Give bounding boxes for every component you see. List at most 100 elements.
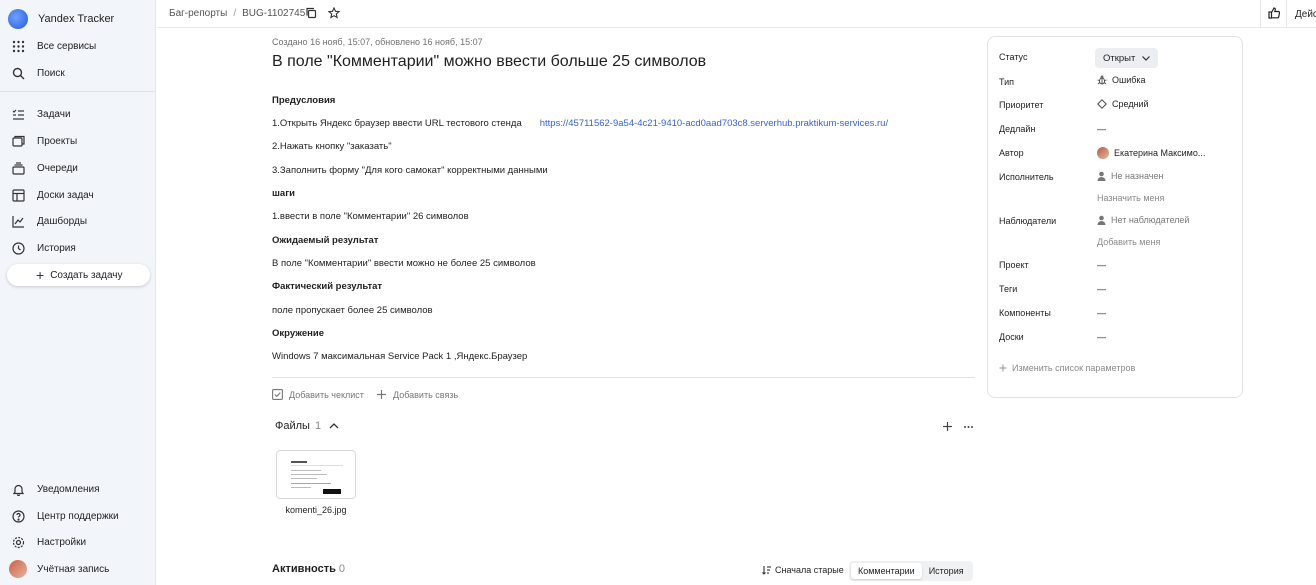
status-label: Статус [999,52,1028,62]
sidebar-item-label: Настройки [37,536,87,548]
edit-params-button[interactable]: Изменить список параметров [999,363,1135,373]
breadcrumb: Баг-репорты / BUG-1102745 [169,8,305,19]
sidebar-item-boards[interactable]: Доски задач [0,183,156,207]
status-select[interactable]: Открыт [1095,48,1159,68]
file-tools [942,421,974,435]
sidebar-item-tasks[interactable]: Задачи [0,102,156,126]
diamond-icon [1097,99,1107,109]
divider [272,377,975,378]
description-line: Предусловия [272,95,336,106]
sidebar: Yandex Tracker Все сервисы Поиск Задачи … [0,0,156,585]
add-me-link[interactable]: Добавить меня [1097,237,1160,247]
type-value[interactable]: Ошибка [1097,75,1146,85]
assignee-text: Не назначен [1111,171,1164,181]
sidebar-item-dashboards[interactable]: Дашборды [0,209,156,233]
assignee-value[interactable]: Не назначен [1097,171,1163,181]
author-label: Автор [999,148,1024,158]
files-count: 1 [314,420,322,432]
sidebar-item-queues[interactable]: Очереди [0,156,156,180]
boards-value[interactable]: — [1097,332,1106,342]
edit-params-label: Изменить список параметров [1012,363,1136,373]
dashboard-icon [11,214,25,228]
plus-icon: + [36,267,45,283]
priority-value[interactable]: Средний [1097,99,1149,109]
sidebar-item-account[interactable]: Учётная запись [0,557,156,581]
projects-icon [11,134,25,148]
like-button[interactable] [1260,0,1286,28]
file-thumbnail[interactable] [276,450,356,499]
description-line: Фактический результат [272,281,383,292]
help-icon [11,509,25,523]
project-value[interactable]: — [1097,260,1106,270]
sidebar-item-label: Проекты [37,135,78,147]
sidebar-item-projects[interactable]: Проекты [0,129,156,153]
sort-label: Сначала старые [775,565,844,575]
description-line: 1.ввести в поле "Комментарии" 26 символо… [272,211,469,222]
star-icon[interactable] [327,6,341,20]
add-checklist-label: Добавить чеклист [289,389,364,400]
sidebar-item-history[interactable]: История [0,236,156,260]
checklist-icon [272,389,283,400]
bell-icon [11,482,25,496]
sidebar-item-label: Центр поддержки [37,510,119,522]
create-task-label: Создать задачу [50,269,123,281]
files-header: Файлы 1 [275,420,339,432]
activity-title: Активность [272,563,336,575]
add-file-plus-icon[interactable] [942,421,953,435]
brand[interactable]: Yandex Tracker [8,9,114,29]
search-icon [11,66,25,80]
grid-icon [11,39,25,53]
type-label: Тип [999,77,1015,87]
issue-parameters-panel: Статус Открыт Тип Ошибка Приоритет Средн… [987,36,1243,398]
files-title: Файлы [275,420,310,432]
gear-icon [11,535,25,549]
sidebar-item-support[interactable]: Центр поддержки [0,504,156,528]
tasks-icon [11,107,25,121]
priority-text: Средний [1112,99,1149,109]
deadline-value[interactable]: — [1097,124,1106,134]
priority-label: Приоритет [999,100,1044,110]
description-line: Окружение [272,328,324,339]
chevron-up-icon[interactable] [329,420,339,432]
issue-meta: Создано 16 нояб, 15:07, обновлено 16 ноя… [272,37,483,47]
queues-icon [11,161,25,175]
sidebar-item-label: Учётная запись [37,563,110,575]
boards-label: Доски [999,332,1024,342]
copy-icon[interactable] [305,7,318,20]
sidebar-item-settings[interactable]: Настройки [0,530,156,554]
stand-url-link[interactable]: https://45711562-9a54-4c21-9410-acd0aad7… [540,118,888,129]
description-line: 3.Заполнить форму "Для кого самокат" кор… [272,165,548,176]
tags-label: Теги [999,284,1018,294]
file-name[interactable]: komenti_26.jpg [276,505,356,515]
user-icon [1097,171,1106,181]
breadcrumb-queue-link[interactable]: Баг-репорты [169,8,227,19]
description-line: поле пропускает более 25 символов [272,305,433,316]
add-link-button[interactable]: Добавить связь [376,389,458,400]
actions-button[interactable]: Действия [1286,0,1316,28]
thumbs-up-icon [1267,6,1280,22]
plus-icon [999,364,1007,372]
sidebar-item-all-services[interactable]: Все сервисы [0,34,156,58]
add-link-label: Добавить связь [393,389,459,400]
components-value[interactable]: — [1097,308,1106,318]
history-icon [11,241,25,255]
tab-comments[interactable]: Комментарии [851,563,922,579]
tab-history[interactable]: История [922,563,971,579]
watchers-value[interactable]: Нет наблюдателей [1097,215,1189,225]
more-icon[interactable] [963,421,974,435]
sidebar-item-notifications[interactable]: Уведомления [0,477,156,501]
breadcrumb-issue-key[interactable]: BUG-1102745 [242,8,305,19]
brand-name: Yandex Tracker [38,13,115,25]
author-value[interactable]: Екатерина Максимо... [1097,147,1205,159]
page-title[interactable]: В поле "Комментарии" можно ввести больше… [272,53,706,71]
create-task-button[interactable]: + Создать задачу [7,264,150,286]
components-label: Компоненты [999,308,1051,318]
sort-order-button[interactable]: Сначала старые [762,565,844,575]
tags-value[interactable]: — [1097,284,1106,294]
author-name: Екатерина Максимо... [1114,148,1206,158]
sidebar-item-search[interactable]: Поиск [0,61,156,85]
add-checklist-button[interactable]: Добавить чеклист [272,389,364,400]
sidebar-item-label: Уведомления [37,483,100,495]
assign-me-link[interactable]: Назначить меня [1097,193,1164,203]
chevron-down-icon [1142,53,1151,64]
